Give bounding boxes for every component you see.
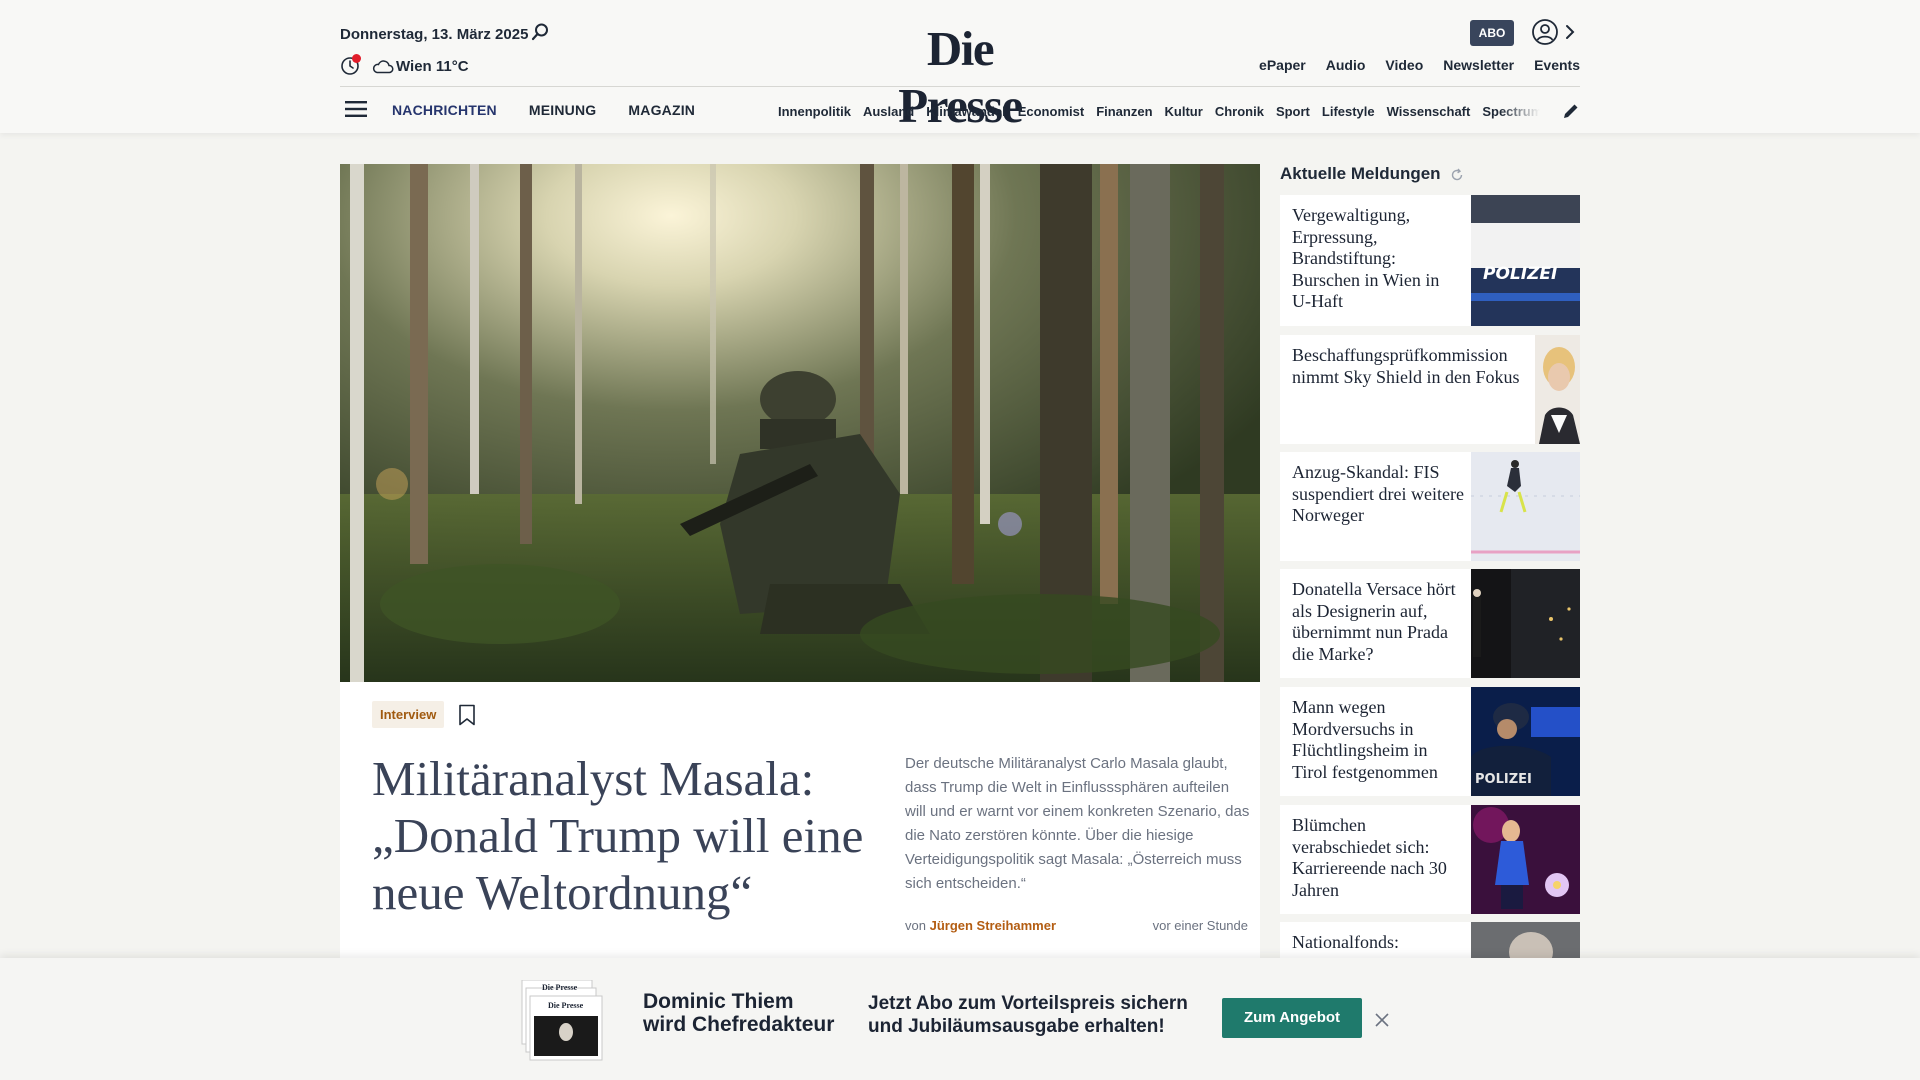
current-date: Donnerstag, 13. März 2025	[340, 26, 529, 43]
news-thumb-portrait	[1535, 335, 1580, 444]
promo-heading-line2: wird Chefredakteur	[643, 1013, 835, 1036]
news-item[interactable]: Blümchen verabschiedet sich: Karriereend…	[1280, 805, 1580, 914]
promo-text-line2: und Jubiläumsausgabe erhalten!	[868, 1016, 1165, 1037]
news-item[interactable]: Anzug-Skandal: FIS suspendiert drei weit…	[1280, 452, 1580, 561]
offer-button[interactable]: Zum Angebot	[1222, 998, 1362, 1038]
news-thumb-police-officer: POLIZEI	[1471, 687, 1580, 796]
subnav-chronik[interactable]: Chronik	[1215, 104, 1264, 119]
hero-image[interactable]	[340, 164, 1260, 682]
news-item-title: Beschaffungsprüfkommission nimmt Sky Shi…	[1292, 345, 1520, 387]
link-video[interactable]: Video	[1385, 57, 1423, 73]
news-item[interactable]: Beschaffungsprüfkommission nimmt Sky Shi…	[1280, 335, 1580, 444]
news-item-title: Blümchen verabschiedet sich: Karriereend…	[1292, 815, 1447, 900]
news-thumb-portrait-man	[1471, 922, 1580, 962]
user-account-icon[interactable]	[1531, 18, 1559, 46]
site-header: Donnerstag, 13. März 2025 Wien 11°C Die …	[0, 0, 1920, 133]
promo-text: Jetzt Abo zum Vorteilspreis sichern und …	[868, 992, 1188, 1038]
hero-teaser: Der deutsche Militäranalyst Carlo Masala…	[905, 755, 1250, 892]
promo-heading-line1: Dominic Thiem	[643, 990, 794, 1013]
newspaper-stack-image: Die Presse Die Presse	[521, 980, 603, 1061]
paper-logo-back: Die Presse	[542, 983, 578, 992]
menu-icon[interactable]	[345, 100, 367, 118]
nav-magazin[interactable]: MAGAZIN	[628, 102, 695, 118]
hero-headline[interactable]: Militäranalyst Masala: „Donald Trump wil…	[372, 750, 892, 921]
sidebar-title: Aktuelle Meldungen	[1280, 164, 1580, 186]
cloud-icon	[373, 60, 394, 74]
subnav-wissenschaft[interactable]: Wissenschaft	[1387, 104, 1471, 119]
news-thumb-runway	[1471, 569, 1580, 678]
promo-heading: Dominic Thiem wird Chefredakteur	[643, 990, 834, 1036]
news-item-title: Donatella Versace hört als Designerin au…	[1292, 579, 1456, 664]
subnav-economist[interactable]: Economist	[1018, 104, 1084, 119]
article-tag[interactable]: Interview	[372, 701, 445, 728]
subnav-sport[interactable]: Sport	[1276, 104, 1310, 119]
promo-text-line1: Jetzt Abo zum Vorteilspreis sichern	[868, 993, 1188, 1014]
author-link[interactable]: Jürgen Streihammer	[930, 918, 1056, 933]
subnav-ausland[interactable]: Ausland	[863, 104, 914, 119]
nav-meinung[interactable]: MEINUNG	[529, 102, 597, 118]
bookmark-icon[interactable]	[458, 704, 476, 726]
paper-logo-front: Die Presse	[548, 1001, 584, 1010]
subnav-spectrum[interactable]: Spectrum	[1482, 104, 1540, 119]
chevron-right-icon[interactable]	[1564, 23, 1576, 41]
close-icon[interactable]	[1374, 1012, 1390, 1028]
subnav-finanzen[interactable]: Finanzen	[1096, 104, 1152, 119]
news-thumb-singer	[1471, 805, 1580, 914]
subnav-kultur[interactable]: Kultur	[1165, 104, 1203, 119]
abo-button[interactable]: ABO	[1470, 20, 1514, 46]
news-item[interactable]: Vergewaltigung, Erpressung, Brandstiftun…	[1280, 195, 1580, 326]
main-nav: NACHRICHTEN MEINUNG MAGAZIN	[392, 102, 695, 118]
news-item[interactable]: Mann wegen Mordversuchs in Flüchtlingshe…	[1280, 687, 1580, 796]
news-item-title: Nationalfonds:	[1292, 932, 1399, 952]
hero-timestamp: vor einer Stunde	[1152, 918, 1248, 933]
subnav-innenpolitik[interactable]: Innenpolitik	[778, 104, 851, 119]
refresh-icon	[1451, 168, 1463, 181]
byline-prefix: von	[905, 918, 926, 933]
subnav-lifestyle[interactable]: Lifestyle	[1322, 104, 1375, 119]
hero-byline: von Jürgen Streihammer	[905, 918, 1056, 933]
thumb-label: POLIZEI	[1475, 772, 1532, 787]
link-events[interactable]: Events	[1534, 57, 1580, 73]
nav-nachrichten[interactable]: NACHRICHTEN	[392, 102, 497, 118]
thumb-label: POLIZEI	[1483, 264, 1557, 284]
subnav-klimawandel[interactable]: Klimawandel	[926, 104, 1005, 119]
link-audio[interactable]: Audio	[1326, 57, 1366, 73]
news-item[interactable]: Nationalfonds:	[1280, 922, 1580, 962]
news-item[interactable]: Donatella Versace hört als Designerin au…	[1280, 569, 1580, 678]
pencil-icon[interactable]	[1562, 102, 1580, 120]
sub-nav: Innenpolitik Ausland Klimawandel Economist F…	[778, 104, 1540, 119]
header-divider	[340, 86, 1580, 87]
forest-soldier-photo	[340, 164, 1260, 682]
news-sidebar: Aktuelle Meldungen Vergewaltigung, Erpre…	[1280, 164, 1580, 962]
news-thumb-ski-jumper	[1471, 452, 1580, 561]
sidebar-title-text: Aktuelle Meldungen	[1280, 164, 1441, 183]
top-links: ePaper Audio Video Newsletter Events	[1259, 57, 1580, 73]
news-item-title: Anzug-Skandal: FIS suspendiert drei weit…	[1292, 462, 1464, 525]
news-thumb-police-car: POLIZEI	[1471, 195, 1580, 326]
news-item-title: Mann wegen Mordversuchs in Flüchtlingshe…	[1292, 697, 1438, 782]
notification-dot	[352, 54, 361, 63]
link-epaper[interactable]: ePaper	[1259, 57, 1306, 73]
weather-label: Wien 11°C	[396, 58, 469, 75]
subscription-promo-bar: Die Presse Die Presse Dominic Thiem wird…	[0, 958, 1920, 1080]
news-item-title: Vergewaltigung, Erpressung, Brandstiftun…	[1292, 205, 1440, 311]
header-inner: Donnerstag, 13. März 2025 Wien 11°C Die …	[340, 0, 1580, 133]
link-newsletter[interactable]: Newsletter	[1443, 57, 1514, 73]
search-icon[interactable]	[530, 22, 550, 42]
hero-article-card: Interview Militäranalyst Masala: „Donald…	[340, 682, 1260, 962]
